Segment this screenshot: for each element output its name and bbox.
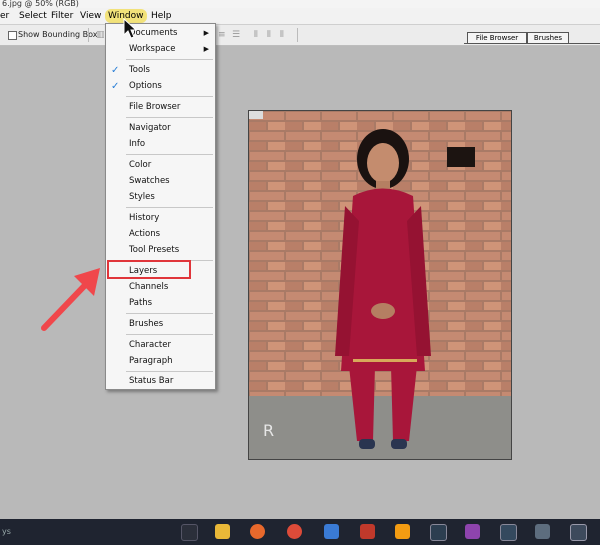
separator [297, 28, 298, 42]
app-icon-5[interactable] [465, 524, 480, 539]
menu-separator [126, 117, 213, 118]
menu-item-swatches[interactable]: Swatches [106, 175, 215, 188]
menu-item-tools[interactable]: ✓ Tools [106, 64, 215, 77]
app-icon-4[interactable] [430, 524, 447, 541]
menu-select[interactable]: Select [19, 11, 47, 21]
distribute-icon[interactable]: ☰ [232, 30, 240, 40]
menu-item-file-browser[interactable]: File Browser [106, 101, 215, 114]
menu-item-status-bar[interactable]: Status Bar [106, 375, 215, 388]
menu-separator [126, 96, 213, 97]
menu-separator [126, 371, 213, 372]
doc-corner-icon [249, 111, 263, 119]
app-icon-2[interactable] [360, 524, 375, 539]
window-menu-dropdown: Documents ▶ Workspace ▶ ✓ Tools ✓ Options Fi… [105, 23, 216, 390]
menu-separator [126, 154, 213, 155]
menu-item-color[interactable]: Color [106, 159, 215, 172]
menu-separator [126, 334, 213, 335]
checkmark-icon: ✓ [111, 81, 120, 92]
align-icon[interactable]: ▥ [96, 30, 105, 40]
document-window[interactable]: R [248, 110, 512, 460]
app-icon-6[interactable] [500, 524, 517, 541]
tab-baseline [464, 43, 600, 44]
show-bounding-box-checkbox[interactable] [8, 31, 17, 40]
show-bounding-box-label: Show Bounding Box [18, 30, 98, 39]
menu-help[interactable]: Help [151, 11, 172, 21]
chrome-icon[interactable] [287, 524, 302, 539]
taskbar: ys [0, 519, 600, 545]
menu-item-navigator[interactable]: Navigator [106, 122, 215, 135]
floor [249, 396, 511, 459]
menu-separator [126, 59, 213, 60]
layers-highlight-box [107, 260, 191, 279]
menu-item-tool-presets[interactable]: Tool Presets [106, 244, 215, 257]
align-bottom-icon[interactable]: ≡ [218, 30, 226, 40]
app-icon-8[interactable] [570, 524, 587, 541]
task-view-icon[interactable] [181, 524, 198, 541]
menu-separator [126, 207, 213, 208]
app-icon-7[interactable] [535, 524, 550, 539]
menu-layer[interactable]: er [0, 11, 9, 21]
menu-item-brushes[interactable]: Brushes [106, 318, 215, 331]
menu-filter[interactable]: Filter [51, 11, 73, 21]
watermark-logo: R [263, 421, 274, 440]
mouse-cursor-icon [123, 18, 138, 39]
menu-item-styles[interactable]: Styles [106, 191, 215, 204]
palette-well: File Browser Brushes [464, 30, 600, 45]
menu-item-history[interactable]: History [106, 212, 215, 225]
menu-item-workspace[interactable]: Workspace ▶ [106, 43, 215, 56]
distribute-right-icon[interactable]: ⫴ [280, 30, 284, 40]
menu-item-info[interactable]: Info [106, 138, 215, 151]
menu-item-paths[interactable]: Paths [106, 297, 215, 310]
checkmark-icon: ✓ [111, 65, 120, 76]
file-explorer-icon[interactable] [215, 524, 230, 539]
firefox-icon[interactable] [250, 524, 265, 539]
menu-item-actions[interactable]: Actions [106, 228, 215, 241]
distribute-left-icon[interactable]: ⫴ [254, 30, 258, 40]
window-title: 6.jpg @ 50% (RGB) [0, 0, 600, 8]
menu-item-character[interactable]: Character [106, 339, 215, 352]
chevron-right-icon: ▶ [203, 45, 209, 53]
taskbar-search-text: ys [2, 527, 11, 536]
menu-item-options[interactable]: ✓ Options [106, 80, 215, 93]
menu-separator [126, 313, 213, 314]
menu-view[interactable]: View [80, 11, 101, 21]
menu-item-paragraph[interactable]: Paragraph [106, 355, 215, 368]
separator [88, 28, 89, 42]
app-icon-3[interactable] [395, 524, 410, 539]
photo-canvas: R [249, 111, 511, 459]
annotation-arrow-icon [41, 268, 100, 331]
distribute-center-icon[interactable]: ⫴ [267, 30, 271, 40]
menu-item-channels[interactable]: Channels [106, 281, 215, 294]
app-icon[interactable] [324, 524, 339, 539]
wall-hole [447, 147, 475, 167]
chevron-right-icon: ▶ [203, 29, 209, 37]
menu-bar: er Select Filter View Window Help [0, 8, 600, 25]
